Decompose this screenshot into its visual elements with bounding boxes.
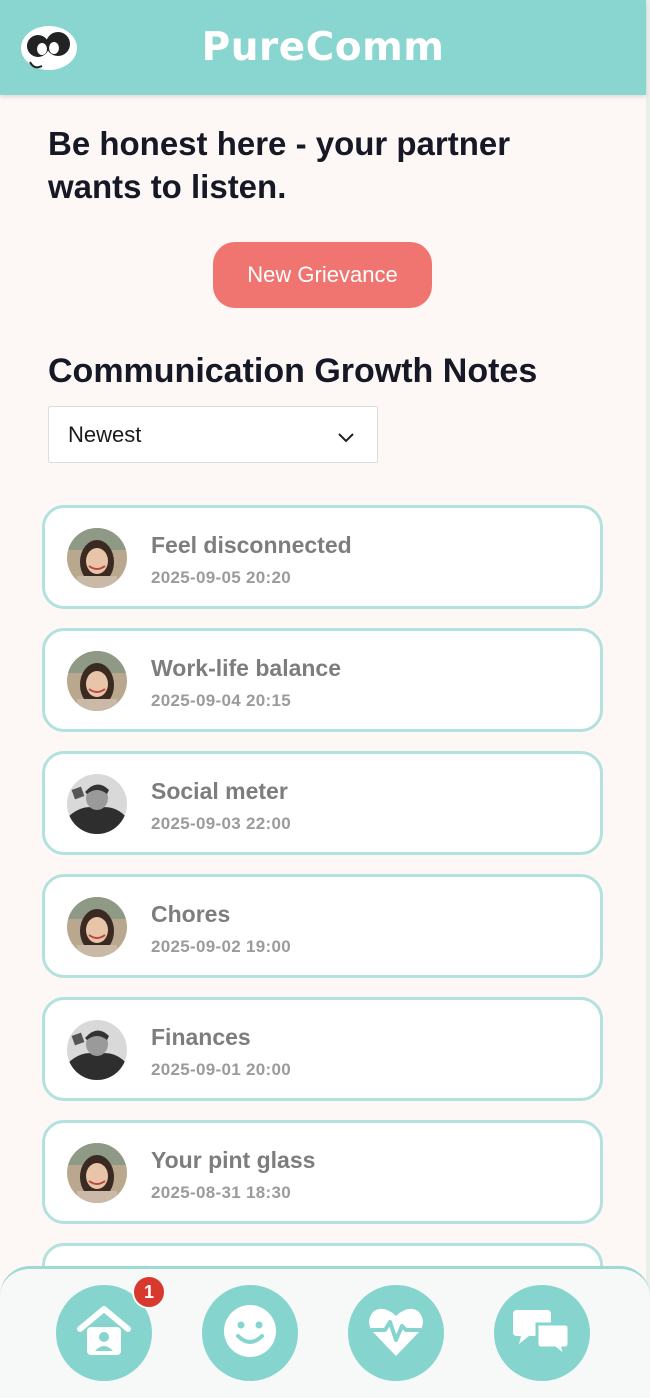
sort-select[interactable]: Newest (48, 406, 378, 463)
note-date: 2025-08-31 18:30 (151, 1183, 291, 1202)
note-title: Feel disconnected (151, 532, 352, 558)
section-title: Communication Growth Notes (48, 352, 538, 390)
note-date: 2025-09-01 20:00 (151, 1060, 291, 1079)
note-title: Work-life balance (151, 655, 342, 681)
nav-mood-button[interactable] (202, 1285, 298, 1381)
note-card[interactable]: Chores 2025-09-02 19:00 (42, 874, 603, 978)
note-title: Finances (151, 1024, 251, 1050)
avatar (67, 528, 127, 588)
chevron-down-icon (337, 426, 355, 444)
nav-health-button[interactable] (348, 1285, 444, 1381)
heartbeat-icon (365, 1302, 427, 1365)
note-card[interactable]: Feel disconnected 2025-09-05 20:20 (42, 505, 603, 609)
app-header: PureComm (0, 0, 646, 95)
note-card[interactable]: Work-life balance 2025-09-04 20:15 (42, 628, 603, 732)
note-title: Social meter (151, 778, 288, 804)
note-date: 2025-09-03 22:00 (151, 814, 291, 833)
prompt-heading: Be honest here - your partner wants to l… (48, 125, 511, 205)
app-title: PureComm (201, 25, 445, 70)
new-grievance-button[interactable]: New Grievance (213, 242, 432, 308)
nav-chat-button[interactable] (494, 1285, 590, 1381)
note-card[interactable]: Finances 2025-09-01 20:00 (42, 997, 603, 1101)
sort-selected-value: Newest (68, 421, 142, 447)
home-icon (72, 1299, 136, 1368)
smile-icon (221, 1302, 279, 1365)
avatar (67, 1020, 127, 1080)
note-date: 2025-09-02 19:00 (151, 937, 291, 956)
chat-icon (511, 1302, 573, 1365)
note-card[interactable]: Your pint glass 2025-08-31 18:30 (42, 1120, 603, 1224)
note-title: Your pint glass (151, 1147, 316, 1173)
avatar (67, 897, 127, 957)
avatar (67, 774, 127, 834)
note-title: Chores (151, 901, 231, 927)
avatar (67, 651, 127, 711)
note-date: 2025-09-04 20:15 (151, 691, 291, 710)
note-date: 2025-09-05 20:20 (151, 568, 291, 587)
window-edge (646, 0, 650, 1398)
note-card[interactable]: Social meter 2025-09-03 22:00 (42, 751, 603, 855)
avatar (67, 1143, 127, 1203)
notification-badge: 1 (132, 1275, 166, 1309)
logo-icon (20, 24, 78, 74)
